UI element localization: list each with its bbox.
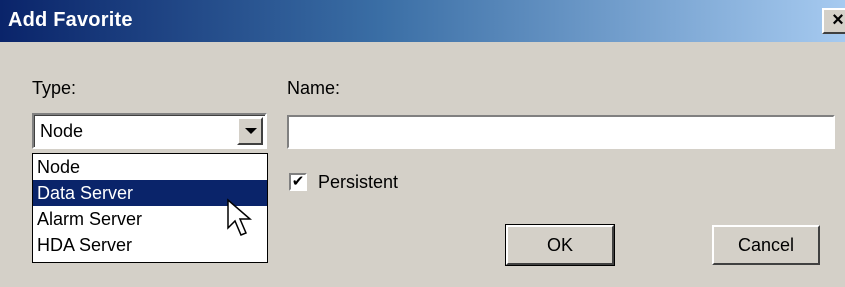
- window-title: Add Favorite: [8, 9, 133, 31]
- ok-button[interactable]: OK: [505, 224, 615, 266]
- close-icon[interactable]: ×: [822, 8, 845, 34]
- arrow-cursor-icon: [227, 198, 253, 236]
- title-bar: Add Favorite: [0, 0, 845, 42]
- type-select[interactable]: Node: [32, 113, 267, 149]
- type-select-value: Node: [40, 121, 84, 141]
- type-label: Type:: [32, 78, 77, 98]
- dropdown-option-node[interactable]: Node: [33, 154, 267, 180]
- persistent-label: Persistent: [318, 172, 399, 192]
- chevron-down-icon[interactable]: [237, 117, 263, 145]
- persistent-checkbox[interactable]: ✔: [289, 173, 307, 191]
- cancel-button[interactable]: Cancel: [712, 225, 820, 265]
- name-label: Name:: [287, 78, 341, 98]
- name-input[interactable]: [287, 115, 835, 149]
